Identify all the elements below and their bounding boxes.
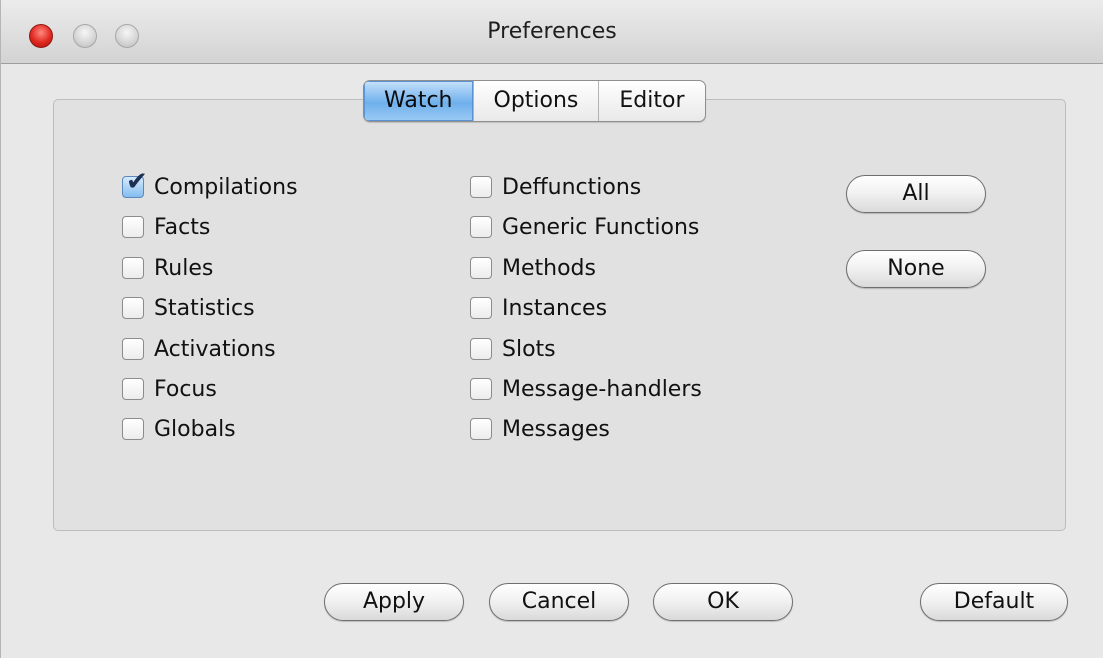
checkbox-focus[interactable]: Focus <box>122 374 217 404</box>
checkbox-label: Compilations <box>154 174 298 200</box>
checkbox-label: Generic Functions <box>502 214 700 240</box>
checkbox-methods[interactable]: Methods <box>470 253 596 283</box>
checkbox-globals-box[interactable] <box>122 418 144 440</box>
cancel-button[interactable]: Cancel <box>489 583 629 621</box>
checkbox-label: Statistics <box>154 295 255 321</box>
checkbox-methods-box[interactable] <box>470 257 492 279</box>
checkbox-statistics[interactable]: Statistics <box>122 293 255 323</box>
checkbox-messages[interactable]: Messages <box>470 414 610 444</box>
checkbox-label: Messages <box>502 416 610 442</box>
checkbox-slots[interactable]: Slots <box>470 334 556 364</box>
checkbox-label: Instances <box>502 295 608 321</box>
checkbox-messages-box[interactable] <box>470 418 492 440</box>
checkbox-compilations[interactable]: ✔ Compilations <box>122 169 298 202</box>
checkbox-slots-box[interactable] <box>470 338 492 360</box>
checkbox-facts-box[interactable] <box>122 216 144 238</box>
all-button[interactable]: All <box>846 175 986 213</box>
tab-bar: Watch Options Editor <box>363 80 706 122</box>
checkbox-label: Slots <box>502 336 556 362</box>
checkmark-icon: ✔ <box>126 167 148 197</box>
checkbox-facts[interactable]: Facts <box>122 212 210 242</box>
checkbox-label: Focus <box>154 376 217 402</box>
tab-watch[interactable]: Watch <box>364 81 473 121</box>
title-bar[interactable]: Preferences <box>1 0 1103 64</box>
ok-button[interactable]: OK <box>653 583 793 621</box>
checkbox-deffunctions[interactable]: Deffunctions <box>470 172 641 202</box>
checkbox-label: Deffunctions <box>502 174 642 200</box>
checkbox-compilations-box[interactable]: ✔ <box>122 169 148 198</box>
checkbox-label: Facts <box>154 214 211 240</box>
window-title: Preferences <box>487 19 617 44</box>
checkbox-generic-functions[interactable]: Generic Functions <box>470 212 699 242</box>
checkbox-globals[interactable]: Globals <box>122 414 236 444</box>
checkbox-label: Message-handlers <box>502 376 702 402</box>
checkbox-focus-box[interactable] <box>122 378 144 400</box>
none-button[interactable]: None <box>846 250 986 288</box>
checkbox-statistics-box[interactable] <box>122 297 144 319</box>
checkbox-label: Globals <box>154 416 236 442</box>
tab-options[interactable]: Options <box>472 81 599 121</box>
checkbox-label: Methods <box>502 255 596 281</box>
checkbox-instances[interactable]: Instances <box>470 293 607 323</box>
checkbox-label: Rules <box>154 255 214 281</box>
apply-button[interactable]: Apply <box>324 583 464 621</box>
checkbox-activations-box[interactable] <box>122 338 144 360</box>
checkbox-rules-box[interactable] <box>122 257 144 279</box>
checkbox-instances-box[interactable] <box>470 297 492 319</box>
tab-editor[interactable]: Editor <box>598 81 704 121</box>
checkbox-rules[interactable]: Rules <box>122 253 213 283</box>
checkbox-label: Activations <box>154 336 276 362</box>
preferences-window: Preferences Watch Options Editor ✔ Compi… <box>0 0 1103 658</box>
checkbox-activations[interactable]: Activations <box>122 334 276 364</box>
checkbox-deffunctions-box[interactable] <box>470 176 492 198</box>
checkbox-generic-functions-box[interactable] <box>470 216 492 238</box>
checkbox-message-handlers-box[interactable] <box>470 378 492 400</box>
default-button[interactable]: Default <box>920 583 1068 621</box>
checkbox-message-handlers[interactable]: Message-handlers <box>470 374 702 404</box>
